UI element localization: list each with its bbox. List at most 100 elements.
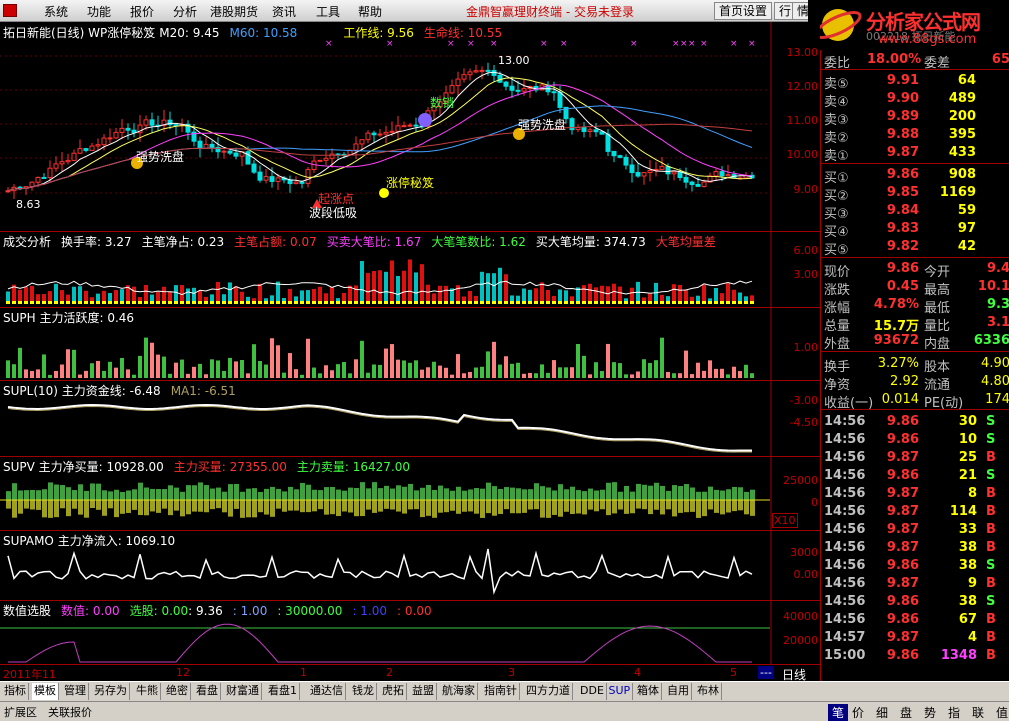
- side-tab[interactable]: 盘: [900, 704, 912, 721]
- supv-bar: [726, 500, 731, 513]
- supv-bar: [348, 500, 353, 513]
- indicator-tab[interactable]: 布林: [695, 683, 722, 700]
- indicator-tab[interactable]: 指标: [2, 683, 29, 700]
- side-tab[interactable]: 势: [924, 704, 936, 721]
- app-logo-icon: [3, 4, 17, 17]
- supv-bar: [372, 482, 377, 500]
- chart-canvas[interactable]: × × × × × × × × × × × × × ×: [0, 22, 820, 664]
- x10-button[interactable]: X10: [772, 513, 798, 528]
- indicator-tab[interactable]: 看盘: [194, 683, 221, 700]
- indicator-tab[interactable]: 看盘1: [266, 683, 300, 700]
- expand-area-tab[interactable]: 扩展区: [4, 704, 37, 720]
- quote-cell: 9.86: [886, 612, 919, 627]
- volume-base: [594, 301, 598, 304]
- supv-bar: [72, 500, 77, 509]
- indicator-tab[interactable]: 四方力道: [524, 683, 573, 700]
- menu-quote[interactable]: 报价: [130, 3, 154, 20]
- supv-bar: [432, 500, 437, 518]
- menu-system[interactable]: 系统: [44, 3, 68, 20]
- home-settings-button[interactable]: 首页设置: [714, 2, 773, 20]
- side-tab[interactable]: 联: [972, 704, 984, 721]
- menu-info[interactable]: 资讯: [272, 3, 296, 20]
- supv-bar: [408, 500, 413, 510]
- indicator-tab[interactable]: 钱龙: [350, 683, 377, 700]
- date-tick: 2011年11: [3, 668, 56, 681]
- volume-base: [498, 301, 502, 304]
- volume-bar: [420, 264, 424, 304]
- quote-cell: 65: [991, 52, 1009, 67]
- indicator-tab[interactable]: 牛熊: [134, 683, 161, 700]
- menu-function[interactable]: 功能: [87, 3, 111, 20]
- volume-base: [720, 301, 724, 304]
- volume-base: [234, 301, 238, 304]
- indicator-tab[interactable]: 益盟: [410, 683, 437, 700]
- supv-bar: [444, 488, 449, 500]
- life-line-value: 生命线: 10.55: [423, 26, 503, 40]
- menu-help[interactable]: 帮助: [358, 3, 382, 20]
- related-quote-tab[interactable]: 关联报价: [48, 704, 92, 720]
- supv-bar: [738, 487, 743, 500]
- quote-cell: 9.89: [886, 109, 919, 124]
- supv-bar: [72, 490, 77, 500]
- side-tab[interactable]: 笔: [828, 704, 849, 721]
- indicator-tab[interactable]: 指南针: [482, 683, 520, 700]
- indicator-tab[interactable]: 模板: [32, 683, 59, 700]
- menu-tools[interactable]: 工具: [316, 3, 340, 20]
- chart-mark: [35, 176, 41, 183]
- supv-bar: [108, 491, 113, 500]
- chart-mark: [665, 166, 671, 175]
- side-tab[interactable]: 指: [948, 704, 960, 721]
- suph-bar: [570, 367, 574, 378]
- indicator-tab[interactable]: 箱体: [635, 683, 662, 700]
- supv-bar: [162, 489, 167, 500]
- indicator-tab[interactable]: 航海家: [440, 683, 478, 700]
- supv-bar: [354, 488, 359, 500]
- annotation-limit-up: 涨停秘笈: [386, 176, 435, 190]
- chart-mark: [353, 143, 359, 151]
- menu-hk-futures[interactable]: 港股期货: [210, 3, 258, 20]
- main-net: 主笔净占: 0.23: [141, 235, 225, 249]
- indicator-tab[interactable]: 另存为: [92, 683, 130, 700]
- side-tab[interactable]: 值: [996, 704, 1008, 721]
- quote-cell: S: [986, 558, 996, 573]
- tick-row: 14:56 9.86 38 S: [821, 594, 1009, 612]
- indicator-tab[interactable]: 虎拓: [380, 683, 407, 700]
- volume-base: [480, 301, 484, 304]
- suph-bar: [618, 363, 622, 378]
- supv-bar: [420, 500, 425, 518]
- indicator-tab[interactable]: 绝密: [164, 683, 191, 700]
- suph-bar: [546, 372, 550, 378]
- y-tick-13: 13.00: [786, 46, 819, 59]
- chart-panel[interactable]: × × × × × × × × × × × × × × 拓日新能(日线) WP涨停秘笈 M20: 9.45 M…: [0, 22, 820, 664]
- suph-bar: [120, 357, 124, 378]
- supv-bar: [684, 500, 689, 513]
- indicator-tab[interactable]: 通达信: [308, 683, 346, 700]
- suph-bar: [132, 374, 136, 378]
- supv-bar: [108, 500, 113, 509]
- volume-base: [270, 301, 274, 304]
- suph-bar: [420, 369, 424, 378]
- volume-base: [150, 301, 154, 304]
- supv-bar: [552, 490, 557, 500]
- chart-mark: [53, 163, 59, 169]
- more-button[interactable]: ---: [758, 666, 774, 679]
- supv-bar: [612, 482, 617, 500]
- chart-mark: [65, 159, 71, 163]
- supv-bar: [474, 500, 479, 514]
- side-tab[interactable]: 细: [876, 704, 888, 721]
- volume-base: [108, 301, 112, 304]
- indicator-tab[interactable]: DDE: [578, 683, 607, 700]
- indicator-tab[interactable]: SUP: [607, 683, 634, 700]
- xg-tick-1: 40000: [783, 610, 818, 623]
- supv-bar: [720, 500, 725, 515]
- indicator-tab[interactable]: 管理: [62, 683, 89, 700]
- indicator-tab[interactable]: 自用: [665, 683, 692, 700]
- side-tab[interactable]: 价: [852, 704, 864, 721]
- indicator-tab[interactable]: 财富通: [224, 683, 262, 700]
- chart-mark: [227, 150, 233, 154]
- suph-bar: [288, 353, 292, 378]
- tick-row: 14:56 9.87 114 B: [821, 504, 1009, 522]
- chart-mark: [203, 143, 209, 149]
- sell-level-row: 卖③ 9.89 200: [821, 109, 1009, 128]
- menu-analysis[interactable]: 分析: [173, 3, 197, 20]
